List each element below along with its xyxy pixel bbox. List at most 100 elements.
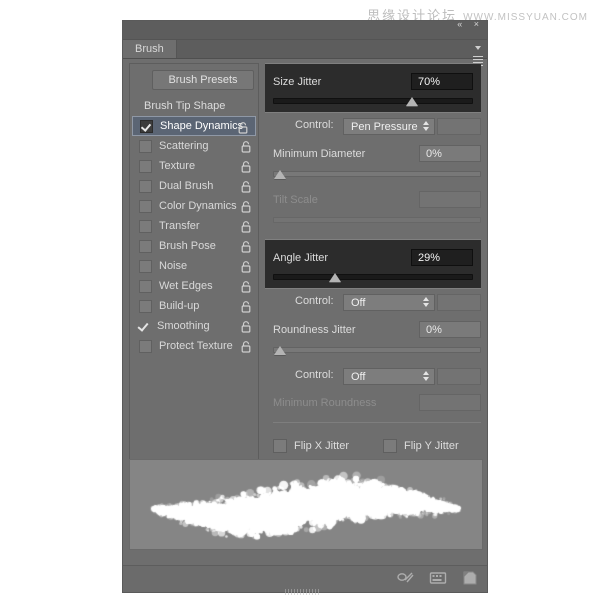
roundness-jitter-thumb[interactable]	[274, 346, 286, 355]
collapse-icon[interactable]: «	[457, 19, 465, 29]
lock-icon[interactable]	[241, 200, 251, 212]
option-row-color-dynamics[interactable]: Color Dynamics	[130, 196, 258, 216]
footer-icon-group	[397, 570, 479, 586]
option-label: Protect Texture	[159, 340, 233, 352]
roundness-control-select[interactable]: Off	[343, 368, 435, 385]
option-checkbox[interactable]	[139, 140, 152, 153]
panel-menu-icon[interactable]	[467, 43, 483, 55]
lock-icon[interactable]	[238, 121, 248, 133]
angle-control-extra-field[interactable]	[437, 294, 481, 311]
option-row-build-up[interactable]: Build-up	[130, 296, 258, 316]
option-row-scattering[interactable]: Scattering	[130, 136, 258, 156]
option-row-dual-brush[interactable]: Dual Brush	[130, 176, 258, 196]
option-row-wet-edges[interactable]: Wet Edges	[130, 276, 258, 296]
roundness-control-row: Control: Off	[265, 368, 481, 386]
option-checkbox[interactable]	[139, 340, 152, 353]
lock-icon[interactable]	[241, 300, 251, 312]
brush-presets-button[interactable]: Brush Presets	[152, 70, 254, 90]
option-checkbox[interactable]	[139, 220, 152, 233]
close-icon[interactable]: ×	[474, 19, 482, 29]
option-label: Color Dynamics	[159, 200, 237, 212]
option-label: Brush Pose	[159, 240, 216, 252]
option-checkbox[interactable]	[139, 160, 152, 173]
size-control-select[interactable]: Pen Pressure	[343, 118, 435, 135]
lock-icon[interactable]	[241, 320, 251, 332]
option-row-texture[interactable]: Texture	[130, 156, 258, 176]
option-checkbox[interactable]	[139, 260, 152, 273]
minimum-roundness-value	[419, 394, 481, 411]
angle-control-value: Off	[351, 297, 365, 309]
option-row-smoothing[interactable]: Smoothing	[130, 316, 258, 336]
option-checkbox[interactable]	[139, 300, 152, 313]
flip-y-jitter-label: Flip Y Jitter	[404, 440, 459, 452]
option-label: Transfer	[159, 220, 200, 232]
chevron-updown-icon[interactable]	[422, 121, 429, 133]
size-control-row: Control: Pen Pressure	[265, 118, 481, 136]
option-label: Wet Edges	[159, 280, 213, 292]
option-checkbox[interactable]	[140, 120, 153, 133]
angle-jitter-value[interactable]: 29%	[411, 249, 473, 266]
minimum-diameter-value[interactable]: 0%	[419, 145, 481, 162]
flip-y-jitter-checkbox[interactable]: Flip Y Jitter	[383, 439, 459, 453]
roundness-jitter-slider[interactable]	[273, 347, 481, 353]
lock-icon[interactable]	[241, 220, 251, 232]
minimum-diameter-slider[interactable]	[273, 171, 481, 177]
tilt-scale-label: Tilt Scale	[273, 194, 318, 206]
option-checkbox[interactable]	[139, 240, 152, 253]
roundness-jitter-value[interactable]: 0%	[419, 321, 481, 338]
tab-brush[interactable]: Brush	[123, 40, 177, 58]
flip-x-jitter-checkbox[interactable]: Flip X Jitter	[273, 439, 349, 453]
size-jitter-label: Size Jitter	[273, 76, 321, 88]
new-brush-icon[interactable]	[461, 570, 479, 586]
angle-control-row: Control: Off	[265, 294, 481, 312]
size-jitter-value[interactable]: 70%	[411, 73, 473, 90]
option-label: Build-up	[159, 300, 199, 312]
chevron-updown-icon[interactable]	[422, 371, 429, 383]
panel-titlebar[interactable]: « ×	[123, 21, 487, 40]
option-checkbox[interactable]	[139, 321, 150, 332]
lock-icon[interactable]	[241, 180, 251, 192]
angle-control-select[interactable]: Off	[343, 294, 435, 311]
angle-jitter-thumb[interactable]	[329, 273, 341, 282]
lock-icon[interactable]	[241, 340, 251, 352]
angle-control-label: Control:	[295, 295, 334, 307]
option-row-transfer[interactable]: Transfer	[130, 216, 258, 236]
option-row-noise[interactable]: Noise	[130, 256, 258, 276]
option-row-shape-dynamics[interactable]: Shape Dynamics	[132, 116, 256, 136]
option-checkbox[interactable]	[139, 180, 152, 193]
lock-icon[interactable]	[241, 160, 251, 172]
brush-stroke-toggle-icon[interactable]	[397, 570, 415, 586]
lock-icon[interactable]	[241, 140, 251, 152]
option-label: Shape Dynamics	[160, 120, 243, 132]
lock-icon[interactable]	[241, 260, 251, 272]
size-control-extra-field[interactable]	[437, 118, 481, 135]
size-jitter-slider[interactable]	[273, 98, 473, 104]
tilt-scale-slider	[273, 217, 481, 223]
brush-panel: « × Brush Brush Presets Brush Tip Shape …	[122, 20, 488, 593]
lock-icon[interactable]	[241, 240, 251, 252]
minimum-diameter-thumb[interactable]	[274, 170, 286, 179]
angle-jitter-slider[interactable]	[273, 274, 473, 280]
option-checkbox[interactable]	[139, 200, 152, 213]
window-controls: « ×	[454, 19, 482, 29]
angle-jitter-block: Angle Jitter 29%	[265, 239, 481, 289]
chevron-updown-icon[interactable]	[422, 297, 429, 309]
option-row-brush-pose[interactable]: Brush Pose	[130, 236, 258, 256]
minimum-roundness-label: Minimum Roundness	[273, 397, 376, 409]
flip-x-jitter-box[interactable]	[273, 439, 287, 453]
resize-grip[interactable]	[285, 582, 325, 589]
option-row-protect-texture[interactable]: Protect Texture	[130, 336, 258, 356]
minimum-diameter-label: Minimum Diameter	[273, 148, 365, 160]
brush-tip-shape-item[interactable]: Brush Tip Shape	[130, 96, 258, 116]
size-jitter-thumb[interactable]	[406, 97, 418, 106]
angle-jitter-label: Angle Jitter	[273, 252, 328, 264]
tilt-scale-value	[419, 191, 481, 208]
flip-y-jitter-box[interactable]	[383, 439, 397, 453]
option-checkbox[interactable]	[139, 280, 152, 293]
size-jitter-block: Size Jitter 70%	[265, 63, 481, 113]
lock-icon[interactable]	[241, 280, 251, 292]
option-label: Dual Brush	[159, 180, 213, 192]
roundness-control-extra-field[interactable]	[437, 368, 481, 385]
size-control-label: Control:	[295, 119, 334, 131]
tablet-pressure-icon[interactable]	[429, 570, 447, 586]
